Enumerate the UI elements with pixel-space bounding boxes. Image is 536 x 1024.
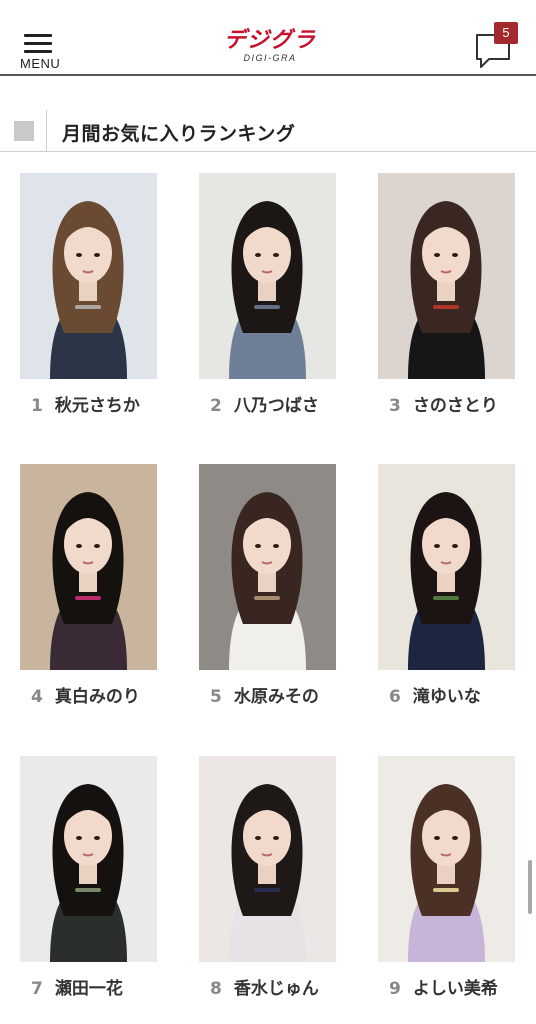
profile-photo[interactable]: [199, 464, 336, 670]
rank-number: 5: [210, 687, 222, 707]
performer-name: 滝ゆいな: [412, 687, 481, 707]
rank-number: 1: [31, 396, 43, 416]
performer-name: さのさとり: [412, 396, 498, 416]
logo-text: デジグラ: [223, 28, 316, 53]
ranking-card[interactable]: 1 秋元さちか: [20, 173, 160, 416]
ranking-caption[interactable]: 5 水原みその: [199, 682, 359, 707]
ranking-card[interactable]: 3 さのさとり: [378, 173, 518, 416]
performer-name: よしい美希: [412, 979, 498, 999]
performer-name: 水原みその: [233, 687, 319, 707]
performer-name: 八乃つばさ: [233, 396, 319, 416]
ranking-caption[interactable]: 3 さのさとり: [378, 391, 536, 416]
ranking-caption[interactable]: 6 滝ゆいな: [378, 682, 536, 707]
ranking-caption[interactable]: 7 瀬田一花: [20, 974, 180, 999]
ranking-caption[interactable]: 4 真白みのり: [20, 682, 180, 707]
profile-photo[interactable]: [378, 464, 515, 670]
ranking-caption[interactable]: 8 香水じゅん: [199, 974, 359, 999]
profile-photo[interactable]: [20, 464, 157, 670]
ranking-caption[interactable]: 2 八乃つばさ: [199, 391, 359, 416]
profile-photo[interactable]: [20, 173, 157, 379]
performer-name: 瀬田一花: [54, 979, 123, 999]
ranking-caption[interactable]: 1 秋元さちか: [20, 391, 180, 416]
ranking-card[interactable]: 7 瀬田一花: [20, 756, 160, 999]
section-divider: [46, 110, 47, 152]
ranking-card[interactable]: 6 滝ゆいな: [378, 464, 518, 707]
rank-number: 2: [210, 396, 222, 416]
section-title: 月間お気に入りランキング: [62, 123, 296, 145]
section-marker-icon: [14, 121, 34, 141]
performer-name: 秋元さちか: [54, 396, 140, 416]
rank-number: 3: [389, 396, 401, 416]
rank-number: 7: [31, 979, 43, 999]
rank-number: 6: [389, 687, 401, 707]
rank-number: 9: [389, 979, 401, 999]
notification-badge: 5: [494, 22, 518, 44]
menu-button[interactable]: MENU: [20, 34, 62, 72]
site-logo[interactable]: デジグラ DIGI-GRA: [218, 30, 322, 64]
ranking-card[interactable]: 4 真白みのり: [20, 464, 160, 707]
ranking-card[interactable]: 8 香水じゅん: [199, 756, 339, 999]
menu-label: MENU: [20, 56, 61, 71]
profile-photo[interactable]: [20, 756, 157, 962]
profile-photo[interactable]: [378, 173, 515, 379]
section-heading: 月間お気に入りランキング: [0, 110, 536, 152]
ranking-caption[interactable]: 9 よしい美希: [378, 974, 536, 999]
performer-name: 真白みのり: [54, 687, 140, 707]
ranking-card[interactable]: 2 八乃つばさ: [199, 173, 339, 416]
profile-photo[interactable]: [378, 756, 515, 962]
ranking-card[interactable]: 5 水原みその: [199, 464, 339, 707]
top-header: MENU デジグラ DIGI-GRA 5: [0, 0, 536, 76]
rank-number: 8: [210, 979, 222, 999]
performer-name: 香水じゅん: [233, 979, 319, 999]
profile-photo[interactable]: [199, 756, 336, 962]
profile-photo[interactable]: [199, 173, 336, 379]
rank-number: 4: [31, 687, 43, 707]
ranking-card[interactable]: 9 よしい美希: [378, 756, 518, 999]
scrollbar-thumb[interactable]: [528, 860, 532, 914]
logo-subtext: DIGI-GRA: [243, 53, 297, 63]
notifications-button[interactable]: 5: [474, 22, 518, 70]
